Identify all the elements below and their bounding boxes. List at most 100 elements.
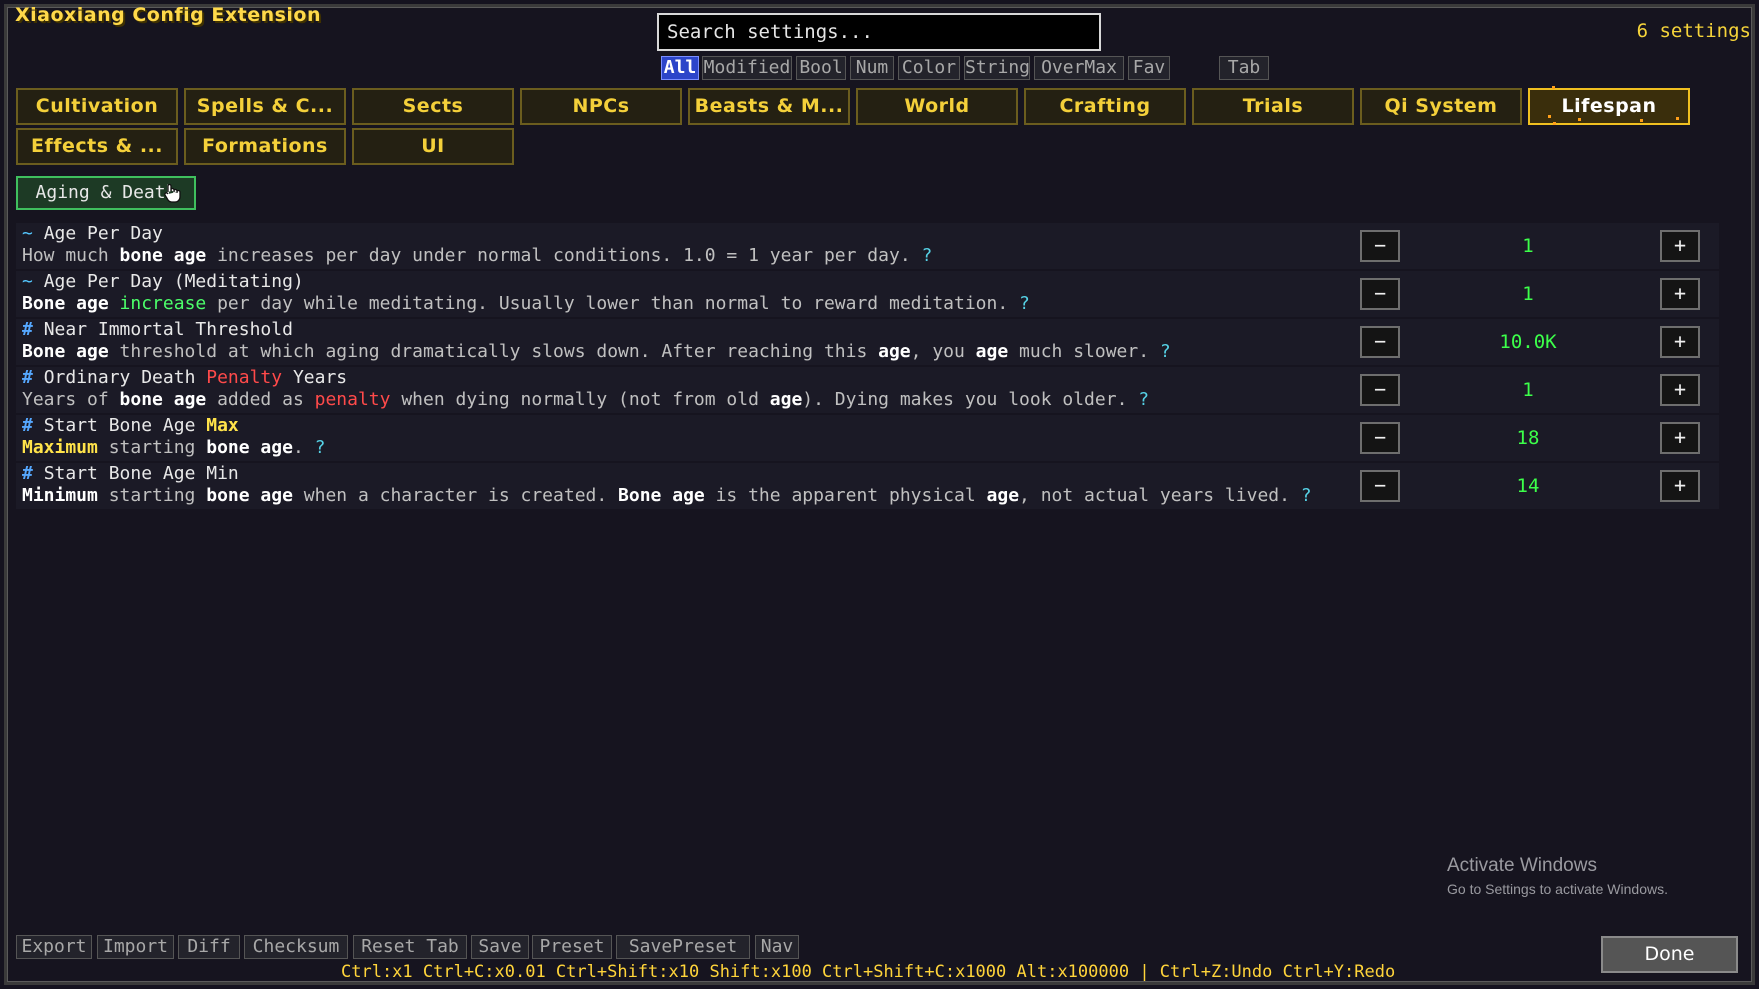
tab-lifespan[interactable]: Lifespan [1528,88,1690,125]
tab-world[interactable]: World [856,88,1018,125]
tilde-marker-icon: ~ [22,223,44,244]
text-segment: much slower. [1008,341,1160,362]
done-button[interactable]: Done [1601,936,1738,973]
setting-description: Years of bone age added as penalty when … [22,389,1149,411]
setting-row-start-bone-age-max: # Start Bone Age Max Maximum starting bon… [16,415,1719,461]
text-segment: age [986,485,1020,506]
setting-value[interactable]: 14 [1418,463,1638,509]
decrement-button[interactable]: − [1360,230,1400,262]
help-icon[interactable]: ? [922,245,933,266]
text-segment: is the apparent physical [704,485,987,506]
hash-marker-icon: # [22,463,44,484]
decrement-button[interactable]: − [1360,374,1400,406]
tab-cultivation[interactable]: Cultivation [16,88,178,125]
decrement-button[interactable]: − [1360,326,1400,358]
tab-npcs[interactable]: NPCs [520,88,682,125]
text-segment: bone age [119,245,207,266]
setting-description: Bone age increase per day while meditati… [22,293,1030,315]
text-segment: bone age [206,437,293,458]
setting-value[interactable]: 1 [1418,223,1638,269]
text-segment: per day while meditating. Usually lower … [206,293,1020,314]
increment-button[interactable]: + [1660,470,1700,502]
increment-button[interactable]: + [1660,278,1700,310]
decrement-button[interactable]: − [1360,278,1400,310]
preset-button[interactable]: Preset [532,935,612,959]
text-segment: , not actual years lived. [1019,485,1301,506]
setting-value[interactable]: 1 [1418,367,1638,413]
text-segment: Max [206,415,239,436]
filter-fav[interactable]: Fav [1128,56,1170,80]
filter-overmax[interactable]: OverMax [1034,56,1124,80]
text-segment: when a character is created. [292,485,619,506]
import-button[interactable]: Import [97,935,174,959]
diff-button[interactable]: Diff [178,935,240,959]
hash-marker-icon: # [22,367,44,388]
text-segment: age [975,341,1009,362]
sparkle-5 [1553,122,1556,125]
filter-all[interactable]: All [661,56,699,80]
decrement-button[interactable]: − [1360,422,1400,454]
filter-modified[interactable]: Modified [702,56,792,80]
text-segment: starting [97,437,207,458]
text-segment: Age Per Day (Meditating) [43,271,304,292]
savepreset-button[interactable]: SavePreset [616,935,750,959]
filter-color[interactable]: Color [898,56,960,80]
setting-description: Minimum starting bone age when a charact… [22,485,1312,507]
sparkle-2 [1578,118,1581,121]
setting-value[interactable]: 10.0K [1418,319,1638,365]
help-icon[interactable]: ? [1301,485,1312,506]
text-segment: added as [206,389,315,410]
checksum-button[interactable]: Checksum [244,935,348,959]
text-segment: starting [97,485,207,506]
filter-bool[interactable]: Bool [796,56,846,80]
text-segment: Bone age [618,485,705,506]
tab-spells-c[interactable]: Spells & C... [184,88,346,125]
tab-trials[interactable]: Trials [1192,88,1354,125]
setting-name: ~ Age Per Day (Meditating) [22,271,304,293]
help-icon[interactable]: ? [315,437,326,458]
filter-string[interactable]: String [964,56,1030,80]
decrement-button[interactable]: − [1360,470,1400,502]
filter-num[interactable]: Num [850,56,894,80]
hand-cursor-icon [164,183,181,203]
tab-beasts-m[interactable]: Beasts & M... [688,88,850,125]
nav-button[interactable]: Nav [755,935,799,959]
sparkle-4 [1676,117,1679,120]
sparkle-3 [1640,119,1643,122]
text-segment: Years of [22,389,120,410]
tab-effects[interactable]: Effects & ... [16,128,178,165]
setting-name: ~ Age Per Day [22,223,163,245]
reset-tab-button[interactable]: Reset Tab [353,935,467,959]
increment-button[interactable]: + [1660,422,1700,454]
tab-sects[interactable]: Sects [352,88,514,125]
text-segment: Penalty [206,367,283,388]
tab-crafting[interactable]: Crafting [1024,88,1186,125]
help-icon[interactable]: ? [1138,389,1149,410]
tab-formations[interactable]: Formations [184,128,346,165]
tab-ui[interactable]: UI [352,128,514,165]
hash-marker-icon: # [22,415,44,436]
increment-button[interactable]: + [1660,374,1700,406]
export-button[interactable]: Export [16,935,92,959]
increment-button[interactable]: + [1660,326,1700,358]
tab-qi-system[interactable]: Qi System [1360,88,1522,125]
setting-description: Maximum starting bone age. ? [22,437,325,459]
help-icon[interactable]: ? [1019,293,1030,314]
search-input[interactable] [657,13,1101,51]
text-segment: Ordinary Death [43,367,207,388]
save-button[interactable]: Save [471,935,529,959]
text-segment: Start Bone Age [43,415,207,436]
setting-value[interactable]: 1 [1418,271,1638,317]
activate-windows-watermark: Activate Windows Go to Settings to activ… [1447,855,1668,897]
setting-row-near-immortal-threshold: # Near Immortal Threshold Bone age thresh… [16,319,1719,365]
text-segment: Start Bone Age Min [43,463,239,484]
sparkle-1 [1548,115,1551,118]
watermark-title: Activate Windows [1447,855,1597,876]
increment-button[interactable]: + [1660,230,1700,262]
setting-value[interactable]: 18 [1418,415,1638,461]
filter-tab[interactable]: Tab [1219,56,1269,80]
help-icon[interactable]: ? [1160,341,1171,362]
text-segment: threshold at which aging dramatically sl… [108,341,879,362]
text-segment: Maximum [22,437,98,458]
setting-description: How much bone age increases per day unde… [22,245,932,267]
